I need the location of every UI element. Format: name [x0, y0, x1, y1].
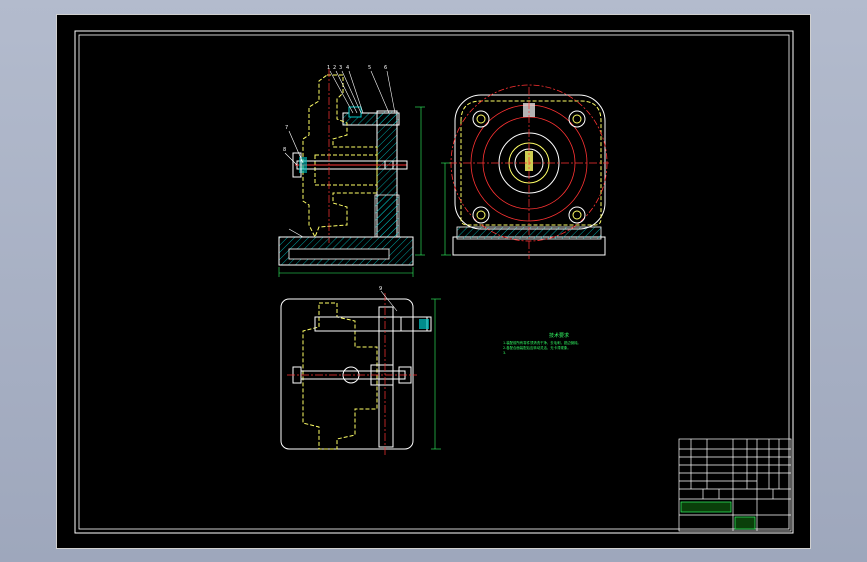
cad-viewport[interactable]: 技术要求 1.装配前所有零件须清洗干净，去毛刺，锐边倒钝。 2.各配合面装配后应… [56, 14, 811, 549]
workpiece [302, 74, 378, 239]
balloon-label-5: 5 [368, 65, 371, 71]
front-view[interactable] [278, 69, 425, 277]
balloon-label-1: 1 [327, 65, 330, 71]
balloon-label-9: 9 [379, 286, 382, 292]
top-column [378, 306, 394, 448]
balloon-label-2: 2 [333, 65, 336, 71]
balloon-label-6: 6 [384, 65, 387, 71]
balloon-label-4: 4 [346, 65, 349, 71]
technical-notes: 技术要求 1.装配前所有零件须清洗干净，去毛刺，锐边倒钝。 2.各配合面装配后应… [503, 332, 581, 355]
side-view[interactable] [441, 84, 609, 259]
notes-line-2: 2.各配合面装配后应转动灵活，无卡滞现象。 [503, 345, 571, 350]
notes-line-3: 3. [503, 351, 506, 355]
balloon-label-8: 8 [283, 147, 286, 153]
outer-border [74, 30, 794, 534]
top-view[interactable] [280, 290, 441, 455]
balloon-label-3: 3 [339, 65, 342, 71]
title-block[interactable] [678, 438, 792, 532]
notes-line-1: 1.装配前所有零件须清洗干净，去毛刺，锐边倒钝。 [503, 340, 581, 345]
balloon-label-7: 7 [285, 125, 288, 131]
cad-drawing: 技术要求 1.装配前所有零件须清洗干净，去毛刺，锐边倒钝。 2.各配合面装配后应… [74, 30, 794, 534]
inner-border [78, 34, 790, 530]
notes-title: 技术要求 [549, 332, 569, 339]
